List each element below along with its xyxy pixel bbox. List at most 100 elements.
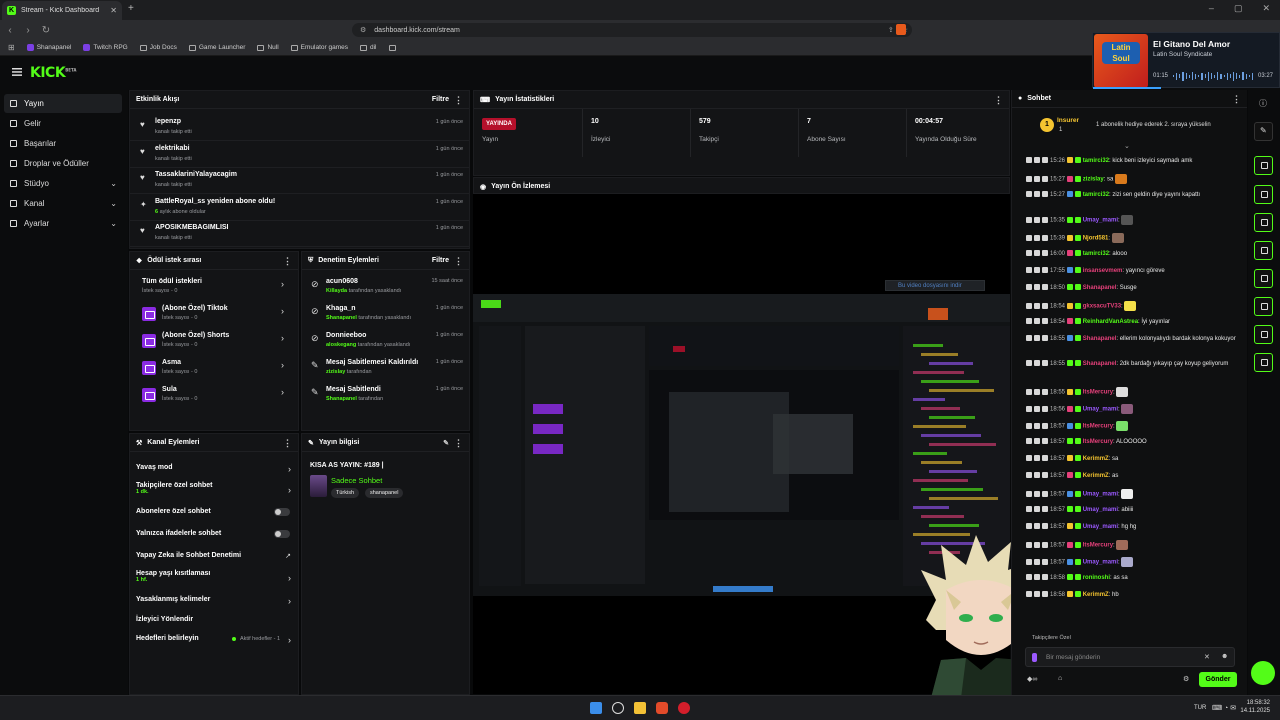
- quick-emote-icon[interactable]: ◆∞: [1027, 675, 1037, 683]
- bookmark-folder[interactable]: [388, 44, 399, 51]
- sidebar-item-4[interactable]: Stüdyo ⌄: [4, 174, 122, 193]
- sidebar-item-2[interactable]: Başarılar: [4, 134, 122, 153]
- chat-tools-icon[interactable]: ⌂: [1058, 675, 1062, 682]
- moderator-name[interactable]: Shanapanel: [326, 315, 357, 321]
- brave-shield-icon[interactable]: [896, 24, 906, 35]
- gift-leader-name[interactable]: Insurer: [1057, 117, 1079, 124]
- taskbar-clock[interactable]: 18:58:32 14.11.2025: [1240, 699, 1270, 715]
- more-options-icon[interactable]: ⋮: [283, 256, 292, 265]
- reward-item[interactable]: Tüm ödül istekleri İstek sayısı - 0 ›: [130, 274, 298, 300]
- emoji-icon[interactable]: ☻: [1221, 653, 1228, 660]
- chat-username[interactable]: KerimmZ: [1083, 456, 1109, 462]
- bookmark-item[interactable]: Shanapanel: [26, 44, 71, 51]
- forward-icon[interactable]: ›: [20, 25, 36, 36]
- file-explorer-icon[interactable]: [634, 702, 646, 714]
- activity-name[interactable]: elektrikabi: [155, 145, 190, 152]
- close-window-icon[interactable]: ✕: [1262, 3, 1270, 14]
- more-options-icon[interactable]: ⋮: [994, 95, 1003, 104]
- activity-name[interactable]: TassaklariniYalayacagim: [155, 171, 237, 178]
- chat-username[interactable]: insansevmem: [1083, 268, 1123, 274]
- chat-username[interactable]: Shanapanel: [1083, 336, 1117, 342]
- channel-action-item[interactable]: İzleyici Yönlendir: [130, 616, 298, 634]
- sidebar-item-6[interactable]: Ayarlar ⌄: [4, 214, 122, 233]
- slash-command-icon[interactable]: ✕: [1204, 653, 1210, 661]
- bookmark-item[interactable]: Twitch RPG: [83, 44, 128, 51]
- chat-settings-icon[interactable]: ⚙: [1183, 675, 1189, 683]
- chat-username[interactable]: ReinhardVanAstrea: [1083, 319, 1138, 325]
- chat-username[interactable]: roninoshi: [1083, 575, 1110, 581]
- chat-username[interactable]: Umay_mami: [1083, 507, 1118, 513]
- reward-item[interactable]: Asma İstek sayısı - 0 ›: [130, 355, 298, 381]
- chat-input[interactable]: Bir mesaj gönderin ✕ ☻: [1025, 647, 1235, 667]
- chat-username[interactable]: KerimmZ: [1083, 473, 1109, 479]
- help-bubble-icon[interactable]: [1251, 661, 1275, 685]
- tool-button[interactable]: [1254, 241, 1273, 260]
- chat-username[interactable]: Umay_mami: [1083, 218, 1118, 224]
- sidebar-item-3[interactable]: Droplar ve Ödüller: [4, 154, 122, 173]
- minimize-icon[interactable]: –: [1209, 3, 1214, 14]
- channel-action-item[interactable]: Hesap yaşı kısıtlaması 1 hf. ›: [130, 570, 298, 588]
- chat-username[interactable]: Shanapanel: [1083, 361, 1117, 367]
- chat-username[interactable]: tamirci32: [1083, 158, 1109, 164]
- chat-username[interactable]: Shanapanel: [1083, 285, 1117, 291]
- filter-button[interactable]: Filtre: [432, 96, 449, 103]
- chat-username[interactable]: zizislay: [1083, 177, 1104, 183]
- chat-username[interactable]: gkxsacuTV33: [1083, 304, 1121, 310]
- chat-username[interactable]: Umay_mami: [1083, 407, 1118, 413]
- bookmark-folder[interactable]: Job Docs: [139, 44, 177, 51]
- chat-username[interactable]: Umay_mami: [1083, 524, 1118, 530]
- sidebar-item-1[interactable]: Gelir: [4, 114, 122, 133]
- activity-name[interactable]: lepenzp: [155, 118, 181, 125]
- reload-icon[interactable]: ↻: [38, 25, 54, 36]
- channel-action-item[interactable]: Yapay Zeka ile Sohbet Denetimi ↗: [130, 552, 298, 570]
- tool-button[interactable]: [1254, 156, 1273, 175]
- toggle-switch[interactable]: [274, 508, 290, 516]
- activity-name[interactable]: BattleRoyal_ss yeniden abone oldu!: [155, 198, 275, 205]
- chat-username[interactable]: Njord581: [1083, 236, 1109, 242]
- tool-button[interactable]: [1254, 213, 1273, 232]
- opera-icon[interactable]: [678, 702, 690, 714]
- channel-action-item[interactable]: Yalnızca ifadelerle sohbet: [130, 530, 298, 548]
- chat-username[interactable]: Umay_mami: [1083, 492, 1118, 498]
- chat-username[interactable]: ItsMercury: [1083, 424, 1113, 430]
- expand-chevron-icon[interactable]: ⌄: [1124, 142, 1130, 150]
- download-video-notice[interactable]: Bu video dosyasını indir: [885, 280, 985, 291]
- kick-logo[interactable]: KICKBETA: [30, 65, 76, 81]
- activity-name[interactable]: APOSIKMEBAGIMLISI: [155, 224, 229, 231]
- close-tab-icon[interactable]: ✕: [110, 6, 117, 15]
- reward-item[interactable]: (Abone Özel) Tiktok İstek sayısı - 0 ›: [130, 301, 298, 327]
- browser-tab[interactable]: K Stream - Kick Dashboard ✕: [2, 1, 122, 20]
- chat-username[interactable]: ItsMercury: [1083, 439, 1113, 445]
- more-options-icon[interactable]: ⋮: [283, 438, 292, 447]
- start-icon[interactable]: [590, 702, 602, 714]
- chat-username[interactable]: ItsMercury: [1083, 390, 1113, 396]
- maximize-icon[interactable]: ▢: [1234, 3, 1243, 14]
- back-icon[interactable]: ‹: [2, 25, 18, 36]
- channel-action-item[interactable]: Yavaş mod ›: [130, 464, 298, 482]
- apps-grid-icon[interactable]: ⊞: [8, 43, 15, 52]
- more-options-icon[interactable]: ⋮: [454, 95, 463, 104]
- bookmark-folder[interactable]: dil: [359, 44, 377, 51]
- channel-action-item[interactable]: Yasaklanmış kelimeler ›: [130, 596, 298, 614]
- address-bar[interactable]: ⚙ dashboard.kick.com/stream ⇪ ☆: [352, 23, 912, 37]
- bookmark-folder[interactable]: Null: [257, 44, 279, 51]
- menu-icon[interactable]: [12, 68, 22, 76]
- moderation-target[interactable]: Khaga_n: [326, 305, 356, 312]
- share-icon[interactable]: ⇪: [888, 26, 894, 34]
- toggle-switch[interactable]: [274, 530, 290, 538]
- filter-button[interactable]: Filtre: [432, 257, 449, 264]
- sidebar-item-5[interactable]: Kanal ⌄: [4, 194, 122, 213]
- bookmark-folder[interactable]: Game Launcher: [188, 44, 245, 51]
- chat-username[interactable]: tamirci32: [1083, 192, 1109, 198]
- tool-button[interactable]: [1254, 269, 1273, 288]
- tag-chip[interactable]: shanapanel: [365, 488, 404, 498]
- channel-action-item[interactable]: Hedefleri belirleyin Aktif hedefler - 1 ›: [130, 635, 298, 653]
- channel-action-item[interactable]: Abonelere özel sohbet: [130, 508, 298, 526]
- more-options-icon[interactable]: ⋮: [454, 438, 463, 447]
- language-indicator[interactable]: TUR: [1194, 705, 1206, 711]
- edit-layout-button[interactable]: ✎: [1254, 122, 1273, 141]
- pencil-icon[interactable]: ✎: [443, 439, 449, 447]
- moderation-target[interactable]: Mesaj Sabitlemesi Kaldırıldı: [326, 359, 418, 366]
- tool-button[interactable]: [1254, 297, 1273, 316]
- more-options-icon[interactable]: ⋮: [454, 256, 463, 265]
